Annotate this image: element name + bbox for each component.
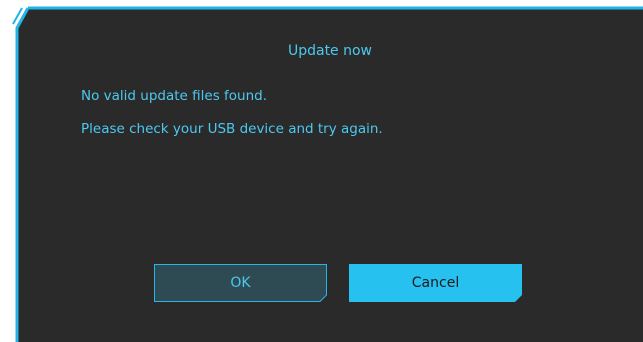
update-dialog: Update now No valid update files found. … <box>0 0 643 342</box>
dialog-title: Update now <box>287 43 373 59</box>
message-line-2: Please check your USB device and try aga… <box>81 121 383 137</box>
ok-button[interactable]: OK <box>154 264 327 302</box>
cancel-button-label: Cancel <box>411 275 460 291</box>
message-line-1: No valid update files found. <box>81 88 268 104</box>
cancel-button[interactable]: Cancel <box>349 264 522 302</box>
ok-button-label: OK <box>230 275 251 291</box>
